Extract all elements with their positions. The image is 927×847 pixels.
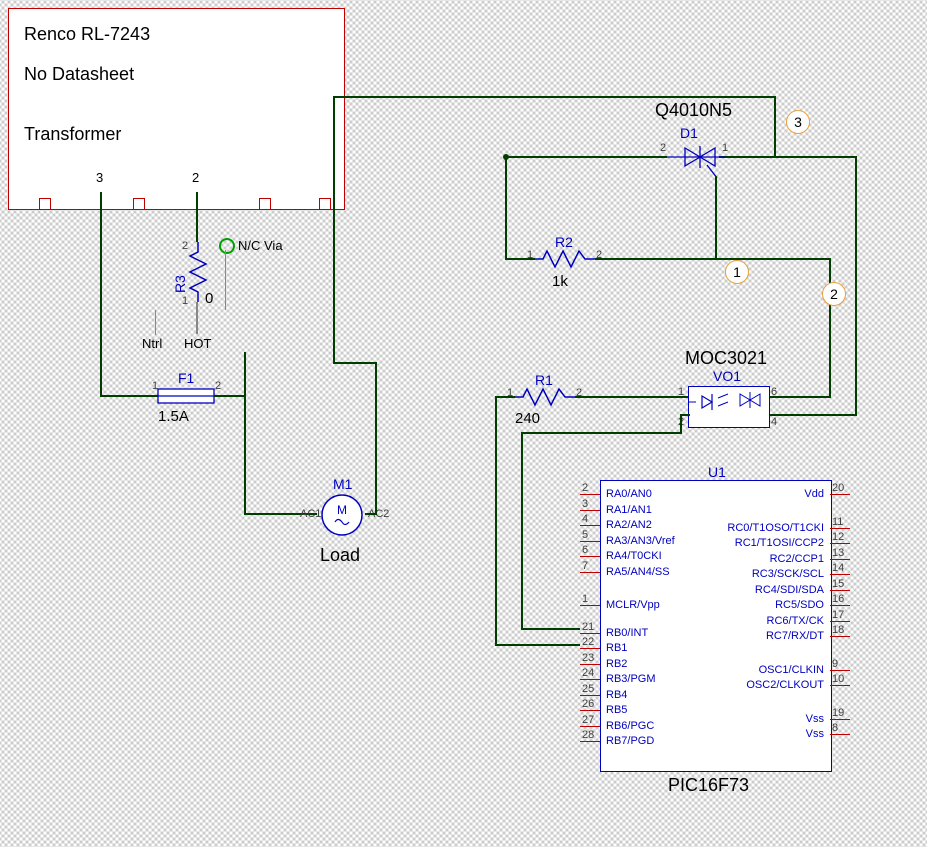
transformer-line1: Renco RL-7243: [24, 24, 150, 45]
r1-val: 240: [515, 410, 540, 427]
transformer-pin2: 2: [192, 170, 199, 185]
fuse-ref: F1: [178, 370, 194, 386]
fuse-f1: [158, 386, 214, 406]
fuse-val: 1.5A: [158, 408, 189, 425]
motor-ref: M1: [333, 476, 352, 492]
resistor-r1: [515, 387, 575, 407]
transformer-line3: Transformer: [24, 124, 121, 145]
transformer-pin3: 3: [96, 170, 103, 185]
motor-m1: M: [317, 490, 367, 540]
node-1: 1: [725, 260, 749, 284]
via-label: N/C Via: [238, 238, 283, 253]
r1-ref: R1: [535, 372, 553, 388]
triac-d1: [665, 140, 725, 180]
node-2: 2: [822, 282, 846, 306]
ntrl-label: Ntrl: [142, 336, 162, 351]
motor-label: Load: [320, 545, 360, 566]
r3-ref: R3: [172, 275, 188, 293]
r2-ref: R2: [555, 234, 573, 250]
svg-text:M: M: [337, 503, 347, 517]
hot-label: HOT: [184, 336, 211, 351]
opto-ref: VO1: [713, 368, 741, 384]
schematic-canvas: Renco RL-7243 No Datasheet Transformer 3…: [0, 0, 927, 847]
nc-via: [219, 238, 235, 254]
chip-ref: U1: [708, 464, 726, 480]
r2-val: 1k: [552, 273, 568, 290]
chip-part: PIC16F73: [668, 775, 749, 796]
transformer-block: Renco RL-7243 No Datasheet Transformer: [8, 8, 345, 210]
triac-ref: D1: [680, 125, 698, 141]
resistor-r2: [535, 249, 595, 269]
node-3: 3: [786, 110, 810, 134]
triac-part: Q4010N5: [655, 100, 732, 121]
r3-val: 0: [205, 290, 213, 307]
transformer-line2: No Datasheet: [24, 64, 134, 85]
opto-part: MOC3021: [685, 348, 767, 369]
